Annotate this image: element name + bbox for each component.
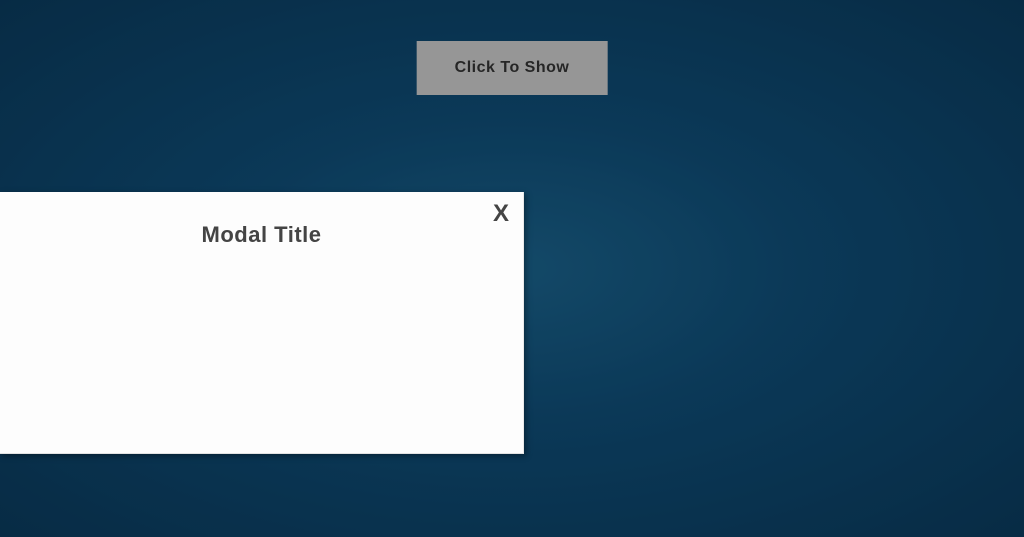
modal-dialog: X Modal Title	[0, 192, 524, 454]
modal-title: Modal Title	[0, 222, 523, 248]
